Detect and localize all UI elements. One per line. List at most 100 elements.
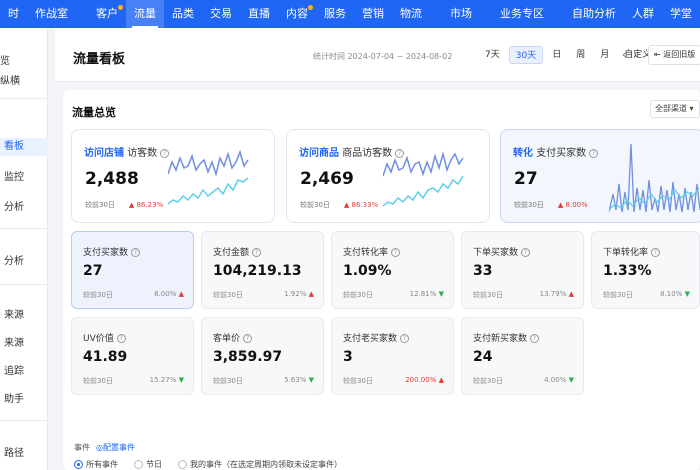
back-to-old-button[interactable]: ⇤ 返回旧版 <box>648 45 700 65</box>
nav-item-self-analysis[interactable]: 自助分析 <box>564 0 624 28</box>
top-nav: 时 作战室 客户 流量 品类 交易 直播 内容 服务 营销 物流 市场 业务专区… <box>0 0 700 28</box>
metric-change: 12.81% <box>409 290 437 298</box>
nav-item-category[interactable]: 品类 <box>164 0 202 28</box>
sparkline-chart <box>168 149 249 205</box>
sidebar-item-analysis-2[interactable]: 分析 <box>4 252 24 267</box>
help-icon[interactable]: ? <box>391 248 401 257</box>
nav-item-academy[interactable]: 学堂 <box>662 0 700 28</box>
metric-card[interactable]: 支付转化率? 1.09% 较前30日 12.81% ▼ <box>331 231 454 309</box>
store-visit-card[interactable]: 访问店铺 访客数? 2,488 较前30日 ▲ 86.23% <box>71 129 275 223</box>
configure-events-link[interactable]: ◎配置事件 <box>96 442 135 453</box>
help-icon[interactable]: ? <box>116 334 126 343</box>
sidebar: 览 纵横 看板 监控 分析 分析 来源 来源 追踪 助手 路径 <box>0 28 48 470</box>
metric-card[interactable]: 支付金额? 104,219.13 较前30日 1.92% ▲ <box>201 231 324 309</box>
help-icon[interactable]: ? <box>651 248 661 257</box>
help-icon[interactable]: ? <box>530 334 540 343</box>
trend-down-icon: ▼ <box>438 290 444 298</box>
nav-item-realtime[interactable]: 时 <box>0 0 27 28</box>
card-compare: 较前30日 <box>514 201 544 209</box>
metric-value: 24 <box>473 349 493 365</box>
metric-compare: 较前30日 <box>343 291 373 299</box>
metric-card[interactable]: 支付买家数? 27 较前30日 8.00% ▲ <box>71 231 194 309</box>
metric-change: 1.92% <box>284 290 307 298</box>
metric-value: 104,219.13 <box>213 263 302 279</box>
nav-item-market[interactable]: 市场 <box>442 0 480 28</box>
card-title: 访问商品 <box>299 148 339 159</box>
metric-card[interactable]: 下单转化率? 1.33% 较前30日 8.10% ▼ <box>591 231 700 309</box>
overview-title: 流量总览 <box>72 106 116 119</box>
help-icon[interactable]: ? <box>521 248 531 257</box>
metric-card[interactable]: 下单买家数? 33 较前30日 13.79% ▲ <box>461 231 584 309</box>
nav-item-content[interactable]: 内容 <box>278 0 316 28</box>
metric-value: 1.09% <box>343 263 392 279</box>
nav-item-logistics[interactable]: 物流 <box>392 0 430 28</box>
period-day[interactable]: 日 <box>546 46 567 64</box>
nav-item-customer[interactable]: 客户 <box>88 0 126 28</box>
new-badge-dot <box>308 5 313 10</box>
card-change: ▲ 86.23% <box>128 201 164 209</box>
metric-label: 支付转化率 <box>343 248 389 258</box>
metric-compare: 较前30日 <box>213 291 243 299</box>
metric-value: 3,859.97 <box>213 349 283 365</box>
help-icon[interactable]: ? <box>589 149 599 158</box>
help-icon[interactable]: ? <box>131 248 141 257</box>
card-subtitle: 访客数 <box>127 148 158 159</box>
nav-item-service[interactable]: 服务 <box>316 0 354 28</box>
page-header: 流量看板 统计时间 2024-07-04 ~ 2024-08-02 7天 30天… <box>55 28 700 82</box>
metric-card[interactable]: 客单价? 3,859.97 较前30日 5.63% ▼ <box>201 317 324 395</box>
nav-item-business-zone[interactable]: 业务专区 <box>492 0 552 28</box>
metric-change: 13.79% <box>539 290 567 298</box>
sidebar-item-source-2[interactable]: 来源 <box>4 334 24 349</box>
nav-item-marketing[interactable]: 营销 <box>354 0 392 28</box>
card-change: ▲ 8.00% <box>557 201 588 209</box>
nav-item-transaction[interactable]: 交易 <box>202 0 240 28</box>
sidebar-item-tracking[interactable]: 追踪 <box>4 362 24 377</box>
radio-all-events[interactable]: 所有事件 <box>74 459 118 470</box>
nav-item-live[interactable]: 直播 <box>240 0 278 28</box>
trend-down-icon: ▼ <box>568 376 574 384</box>
period-30d[interactable]: 30天 <box>508 46 544 64</box>
sidebar-item-vertical[interactable]: 纵横 <box>0 72 20 87</box>
card-value: 2,469 <box>300 169 354 189</box>
metric-card[interactable]: 支付新买家数? 24 较前30日 4.00% ▼ <box>461 317 584 395</box>
new-badge-dot <box>118 5 123 10</box>
nav-item-crowd[interactable]: 人群 <box>624 0 662 28</box>
period-week[interactable]: 周 <box>570 46 591 64</box>
card-subtitle: 支付买家数 <box>536 148 587 159</box>
help-icon[interactable]: ? <box>243 334 253 343</box>
sidebar-item-overview[interactable]: 览 <box>0 52 10 67</box>
product-visit-card[interactable]: 访问商品 商品访客数? 2,469 较前30日 ▲ 86.33% <box>286 129 490 223</box>
sparkline-chart <box>609 144 700 213</box>
card-change: ▲ 86.33% <box>343 201 379 209</box>
metric-value: 1.33% <box>603 263 652 279</box>
card-compare: 较前30日 <box>85 201 115 209</box>
sidebar-item-assistant[interactable]: 助手 <box>4 390 24 405</box>
channel-dropdown[interactable]: 全部渠道 ▾ <box>650 100 700 118</box>
prev-period-icon[interactable]: ‹ <box>622 48 626 61</box>
metric-compare: 较前30日 <box>473 291 503 299</box>
sidebar-item-path[interactable]: 路径 <box>4 444 24 459</box>
period-7d[interactable]: 7天 <box>479 46 506 64</box>
metric-label: 下单买家数 <box>473 248 519 258</box>
next-period-icon[interactable]: › <box>633 48 637 61</box>
metric-compare: 较前30日 <box>343 377 373 385</box>
sidebar-divider <box>0 420 48 421</box>
help-icon[interactable]: ? <box>252 248 262 257</box>
metric-compare: 较前30日 <box>603 291 633 299</box>
metric-change: 200.00% <box>405 376 437 384</box>
nav-item-traffic[interactable]: 流量 <box>126 0 164 28</box>
radio-holidays[interactable]: 节日 <box>134 459 162 470</box>
help-icon[interactable]: ? <box>400 334 410 343</box>
metric-change: 15.27% <box>149 376 177 384</box>
radio-my-events[interactable]: 我的事件（在选定周期内领取未设定事件） <box>178 459 342 470</box>
sidebar-item-monitor[interactable]: 监控 <box>4 168 24 183</box>
sidebar-item-dashboard[interactable]: 看板 <box>0 138 48 156</box>
metric-card[interactable]: UV价值? 41.89 较前30日 15.27% ▼ <box>71 317 194 395</box>
conversion-card[interactable]: 转化 支付买家数? 27 较前30日 ▲ 8.00% <box>500 129 700 223</box>
sidebar-item-analysis[interactable]: 分析 <box>4 198 24 213</box>
event-label: 事件 <box>74 443 90 452</box>
nav-item-war-room[interactable]: 作战室 <box>27 0 76 28</box>
metric-card[interactable]: 支付老买家数? 3 较前30日 200.00% ▲ <box>331 317 454 395</box>
sidebar-item-source[interactable]: 来源 <box>4 306 24 321</box>
period-month[interactable]: 月 <box>594 46 615 64</box>
